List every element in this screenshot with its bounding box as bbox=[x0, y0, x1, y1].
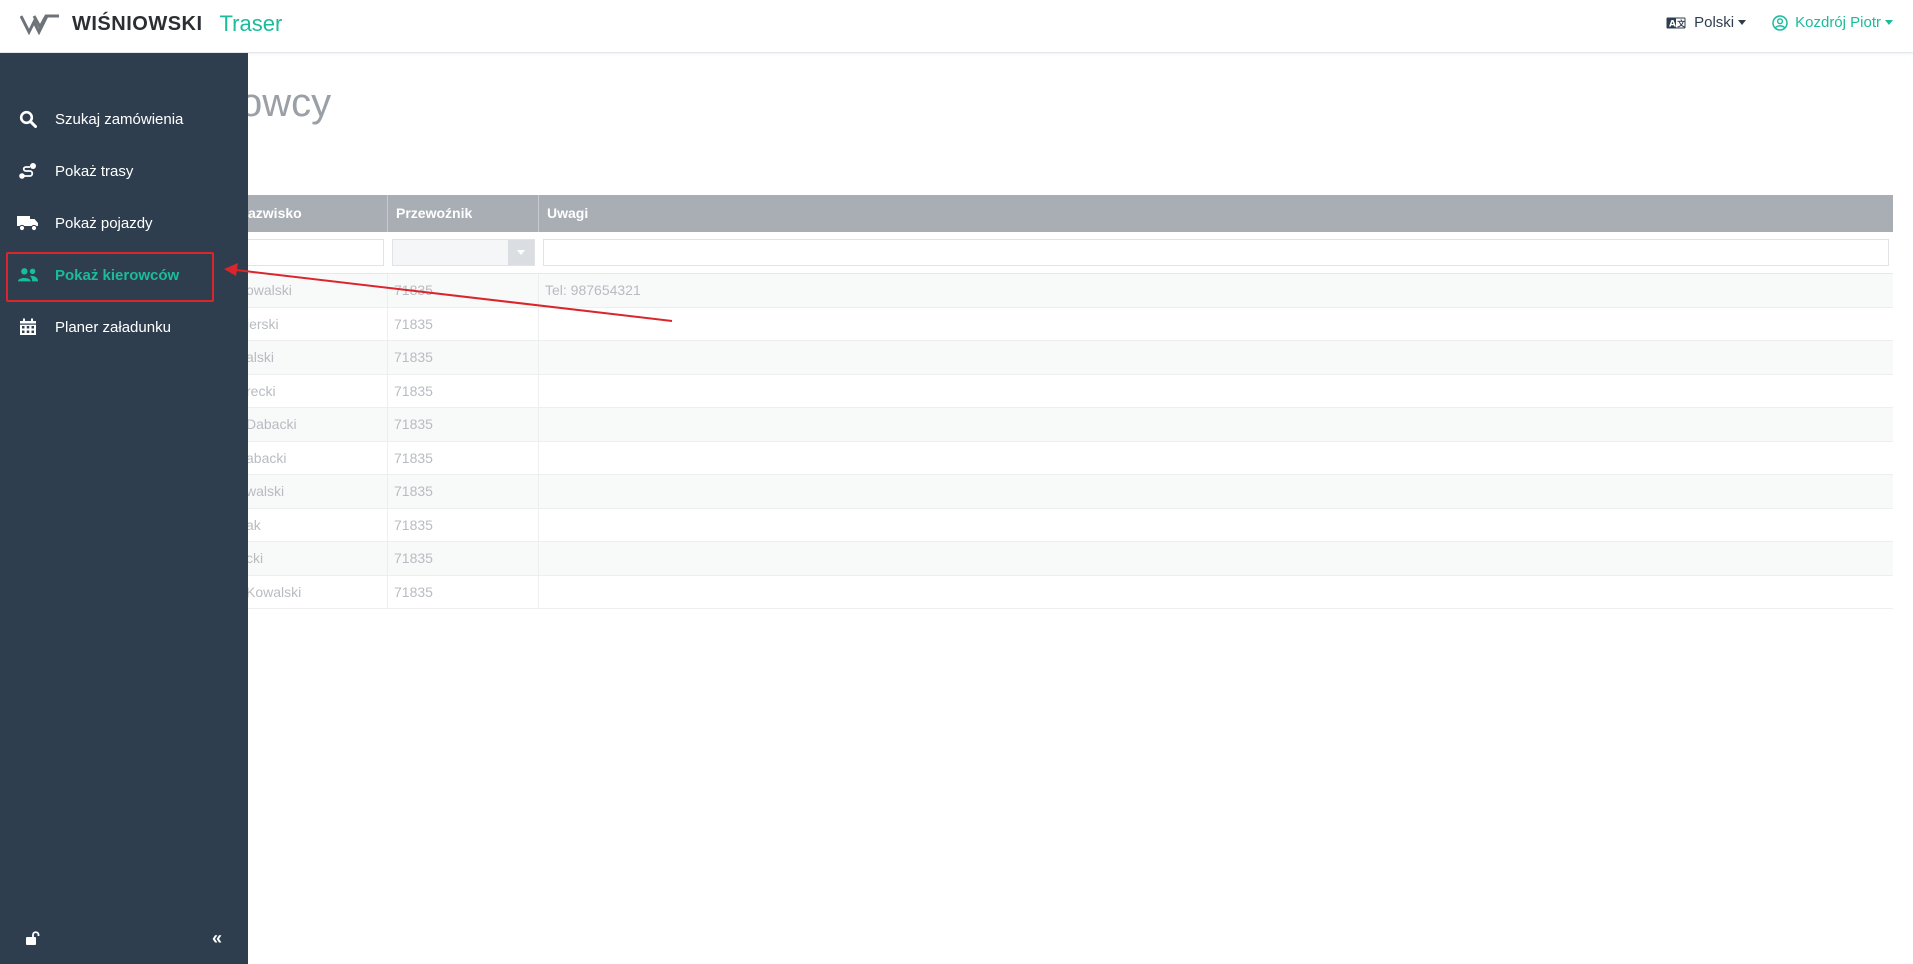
sidebar-item-routes[interactable]: Pokaż trasy bbox=[0, 145, 248, 197]
cell-text: abacki bbox=[246, 449, 287, 466]
table-row[interactable]: cki 71835 bbox=[140, 542, 1893, 576]
cell-text: recki bbox=[246, 382, 276, 399]
column-header-label: azwisko bbox=[248, 205, 302, 221]
brand-logo-icon bbox=[20, 14, 59, 35]
table-row[interactable]: ak 71835 bbox=[140, 508, 1893, 542]
table-row[interactable]: Kowalski 71835 bbox=[140, 575, 1893, 609]
cell-notes bbox=[539, 375, 1893, 408]
cell-notes bbox=[539, 542, 1893, 575]
chevron-down-icon bbox=[1885, 20, 1893, 25]
cell-text: ak bbox=[246, 516, 261, 533]
brand[interactable]: WIŚNIOWSKI Traser bbox=[20, 10, 282, 38]
carrier-filter-select[interactable] bbox=[392, 239, 535, 266]
cell-carrier: 71835 bbox=[388, 374, 539, 407]
cell-notes bbox=[539, 308, 1893, 341]
cell-text: cki bbox=[246, 550, 264, 566]
notes-filter-input[interactable] bbox=[543, 239, 1889, 266]
language-label: Polski bbox=[1694, 14, 1735, 31]
cell-notes bbox=[539, 475, 1893, 508]
sidebar-footer: « bbox=[0, 924, 248, 954]
header-actions: A 文 Polski Kozdrój Piotr bbox=[1666, 14, 1893, 31]
top-navbar: WIŚNIOWSKI Traser A 文 Polski Kozdrój Pio… bbox=[0, 0, 1913, 53]
main-content: owcy azwisko Przewoźnik Uwagi owalski 718… bbox=[0, 53, 1913, 964]
cell-carrier: 71835 bbox=[388, 508, 539, 541]
cell-notes: Tel: 987654321 bbox=[545, 282, 641, 298]
cell-carrier: 71835 bbox=[388, 575, 539, 608]
cell-text: walski bbox=[246, 483, 285, 499]
filter-row bbox=[140, 232, 1893, 274]
cell-carrier: 71835 bbox=[388, 441, 539, 474]
page-title-text: owcy bbox=[240, 81, 332, 125]
brand-name: WIŚNIOWSKI bbox=[72, 12, 203, 35]
sidebar-item-load-planner[interactable]: Planer załadunku bbox=[0, 301, 248, 353]
drivers-table: azwisko Przewoźnik Uwagi owalski 71835 Tel… bbox=[140, 195, 1893, 609]
chevron-down-icon bbox=[517, 250, 525, 255]
sidebar-item-label: Planer załadunku bbox=[55, 318, 171, 336]
dropdown-button[interactable] bbox=[508, 240, 534, 265]
cell-notes bbox=[539, 442, 1893, 475]
route-icon bbox=[17, 160, 39, 182]
app-name: Traser bbox=[219, 11, 283, 36]
table-row[interactable]: abacki 71835 bbox=[140, 441, 1893, 475]
column-header-notes[interactable]: Uwagi bbox=[539, 195, 1893, 232]
cell-notes bbox=[539, 408, 1893, 441]
cell-text: Kowalski bbox=[246, 583, 302, 600]
user-name: Kozdrój Piotr bbox=[1795, 14, 1881, 31]
table-header: azwisko Przewoźnik Uwagi bbox=[140, 195, 1893, 232]
user-circle-icon bbox=[1772, 14, 1788, 31]
filter-cell-notes bbox=[539, 239, 1893, 266]
collapse-sidebar-button[interactable]: « bbox=[212, 929, 222, 947]
cell-text: alski bbox=[246, 349, 275, 365]
sidebar-item-label: Pokaż pojazdy bbox=[55, 214, 153, 232]
calendar-icon bbox=[17, 316, 39, 338]
cell-notes bbox=[539, 341, 1893, 374]
unlock-icon[interactable] bbox=[25, 930, 41, 951]
cell-text: owalski bbox=[246, 282, 292, 298]
truck-icon bbox=[17, 212, 39, 234]
sidebar-item-label: Szukaj zamówienia bbox=[55, 110, 184, 128]
search-icon bbox=[17, 108, 39, 130]
table-row[interactable]: owalski 71835 Tel: 987654321 bbox=[140, 274, 1893, 308]
cell-text: Dabacki bbox=[246, 416, 297, 432]
cell-notes bbox=[539, 576, 1893, 609]
cell-carrier: 71835 bbox=[388, 307, 539, 340]
table-row[interactable]: recki 71835 bbox=[140, 374, 1893, 408]
sidebar-item-vehicles[interactable]: Pokaż pojazdy bbox=[0, 197, 248, 249]
chevron-down-icon bbox=[1738, 20, 1747, 25]
svg-text:A: A bbox=[1669, 19, 1676, 29]
cell-carrier: 71835 bbox=[388, 341, 539, 374]
table-row[interactable]: Dabacki 71835 bbox=[140, 408, 1893, 442]
svg-text:文: 文 bbox=[1677, 18, 1686, 28]
filter-cell-carrier bbox=[388, 239, 539, 266]
table-row[interactable]: jerski 71835 bbox=[140, 307, 1893, 341]
sidebar-item-search-orders[interactable]: Szukaj zamówienia bbox=[0, 93, 248, 145]
table-body: owalski 71835 Tel: 987654321 jerski 71835 a… bbox=[140, 274, 1893, 609]
language-dropdown[interactable]: A 文 Polski bbox=[1666, 14, 1747, 31]
user-menu[interactable]: Kozdrój Piotr bbox=[1772, 14, 1893, 31]
cell-carrier: 71835 bbox=[388, 475, 539, 508]
table-row[interactable]: walski 71835 bbox=[140, 475, 1893, 509]
cell-notes bbox=[539, 509, 1893, 542]
column-header-carrier[interactable]: Przewoźnik bbox=[388, 195, 539, 232]
language-icon: A 文 bbox=[1666, 17, 1686, 29]
cell-carrier: 71835 bbox=[388, 542, 539, 575]
cell-carrier: 71835 bbox=[388, 274, 539, 307]
sidebar-menu: Szukaj zamówienia Pokaż trasy Pokaż poja… bbox=[0, 93, 248, 353]
table-row[interactable]: alski 71835 bbox=[140, 341, 1893, 375]
sidebar-item-drivers[interactable]: Pokaż kierowców bbox=[0, 249, 248, 302]
cell-carrier: 71835 bbox=[388, 408, 539, 441]
sidebar: Szukaj zamówienia Pokaż trasy Pokaż poja… bbox=[0, 53, 248, 964]
highlight-box bbox=[6, 252, 214, 302]
cell-text: jerski bbox=[246, 315, 279, 332]
sidebar-item-label: Pokaż trasy bbox=[55, 162, 134, 180]
